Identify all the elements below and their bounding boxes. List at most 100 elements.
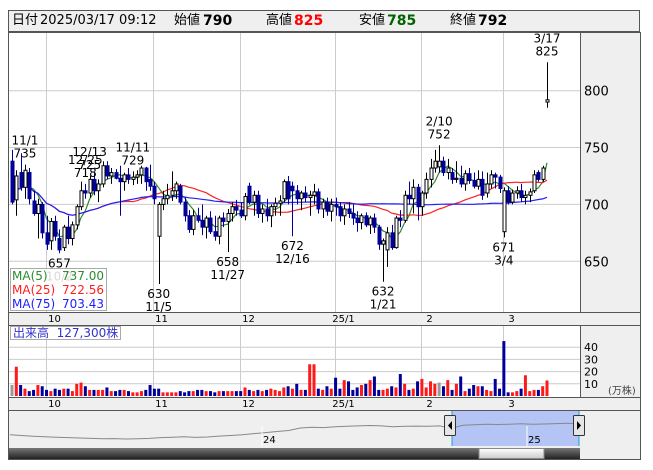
volume-bar [157,388,161,396]
volume-bar [454,383,458,396]
candle-body [208,217,213,233]
volume-bar [40,386,44,396]
volume-bar [359,385,363,396]
date-axis-strip [8,312,641,326]
month-label: 12 [242,399,255,410]
navigator-handle-left[interactable] [444,415,456,436]
volume-bar [325,386,329,396]
candle [394,215,399,249]
volume-bar [342,380,346,396]
candle-body [351,212,356,219]
candle-body [131,176,136,180]
volume-bar [79,382,83,396]
month-label: 3 [508,314,514,325]
candle-body [265,208,270,217]
candle-body [398,217,403,221]
volume-bar [256,389,260,396]
candle-body [338,206,343,217]
volume-bar [545,380,549,396]
annotation-price: 671 [492,240,515,254]
volume-bar [226,391,230,396]
candle-body [174,183,179,192]
annotation-price: 735 [13,147,36,161]
volume-bar [286,386,290,396]
volume-tick-label: 30 [584,353,598,366]
volume-bar [234,391,238,396]
candle-body [118,177,123,183]
stock-chart[interactable]: 3/178252/1075211/1735 11/1172912/1372512/… [0,0,653,470]
price-tick-label: 650 [584,255,609,270]
volume-bar [10,385,14,396]
candle-body [152,185,157,200]
candle-body [368,217,373,226]
candle-body [403,194,408,221]
volume-bar [368,380,372,396]
volume-bar [208,391,212,396]
candle-body [295,190,300,200]
candle-body [191,215,196,230]
candle-body [424,178,429,194]
volume-bar [32,389,36,396]
candle-body [416,186,421,208]
volume-bar [122,389,126,396]
candle-body [523,194,528,199]
candle-body [321,201,326,210]
volume-bar [131,392,135,396]
annotation-price: 658 [216,255,239,269]
price-tick-label: 700 [584,198,609,213]
volume-bar [290,388,294,396]
volume-bar [510,392,514,396]
candle-body [282,181,287,200]
month-label: 11 [155,399,168,410]
volume-bar [433,383,437,396]
ma75-legend: MA(75) 703.43 [12,297,106,311]
candle-body [70,224,75,240]
volume-bar [49,391,53,396]
annotation-high: 11/1735 [11,134,38,161]
volume-bar [165,392,169,396]
navigator-handle-right[interactable] [573,415,585,436]
candle-body [394,217,399,249]
volume-bar [351,389,355,396]
volume-bar [467,388,471,396]
volume-bar [446,380,450,396]
annotation-high: 3/17825 [534,31,561,58]
volume-bar [308,364,312,396]
volume-bar [187,391,191,396]
month-label: 10 [48,399,61,410]
candle-body [83,190,88,194]
navigator-selection [452,411,579,446]
volume-bar [489,391,493,396]
volume-label: 出来高 [13,326,50,340]
candle-body [40,203,45,234]
volume-bar [459,376,463,396]
candle-body [316,191,321,210]
candle-body [260,208,265,214]
volume-bar [476,386,480,396]
candle-body [407,194,412,200]
candle-body [506,190,511,203]
volume-bar [45,389,49,396]
volume-tick-label: 20 [584,366,598,379]
month-label: 25/1 [332,314,354,325]
volume-bar [191,391,195,396]
candle-body [14,175,19,201]
annotation-low: 6713/4 [492,240,515,267]
candle-body [278,200,283,204]
volume-bar [372,376,376,396]
volume-bar [407,389,411,396]
candle-body [247,185,252,203]
candle-body [57,238,62,251]
scrollbar-thumb[interactable] [478,448,545,459]
candle-body [355,217,360,224]
annotation-date: 11/1 [11,134,38,148]
volume-bar [502,341,506,396]
volume-bar [101,389,105,396]
candle-body [433,160,438,169]
volume-bar [416,381,420,396]
volume-legend: 出来高 127,300株 [10,326,122,340]
candle-body [450,172,455,180]
volume-bar [252,391,256,396]
volume-bar [148,385,152,396]
candle-body [312,191,317,196]
